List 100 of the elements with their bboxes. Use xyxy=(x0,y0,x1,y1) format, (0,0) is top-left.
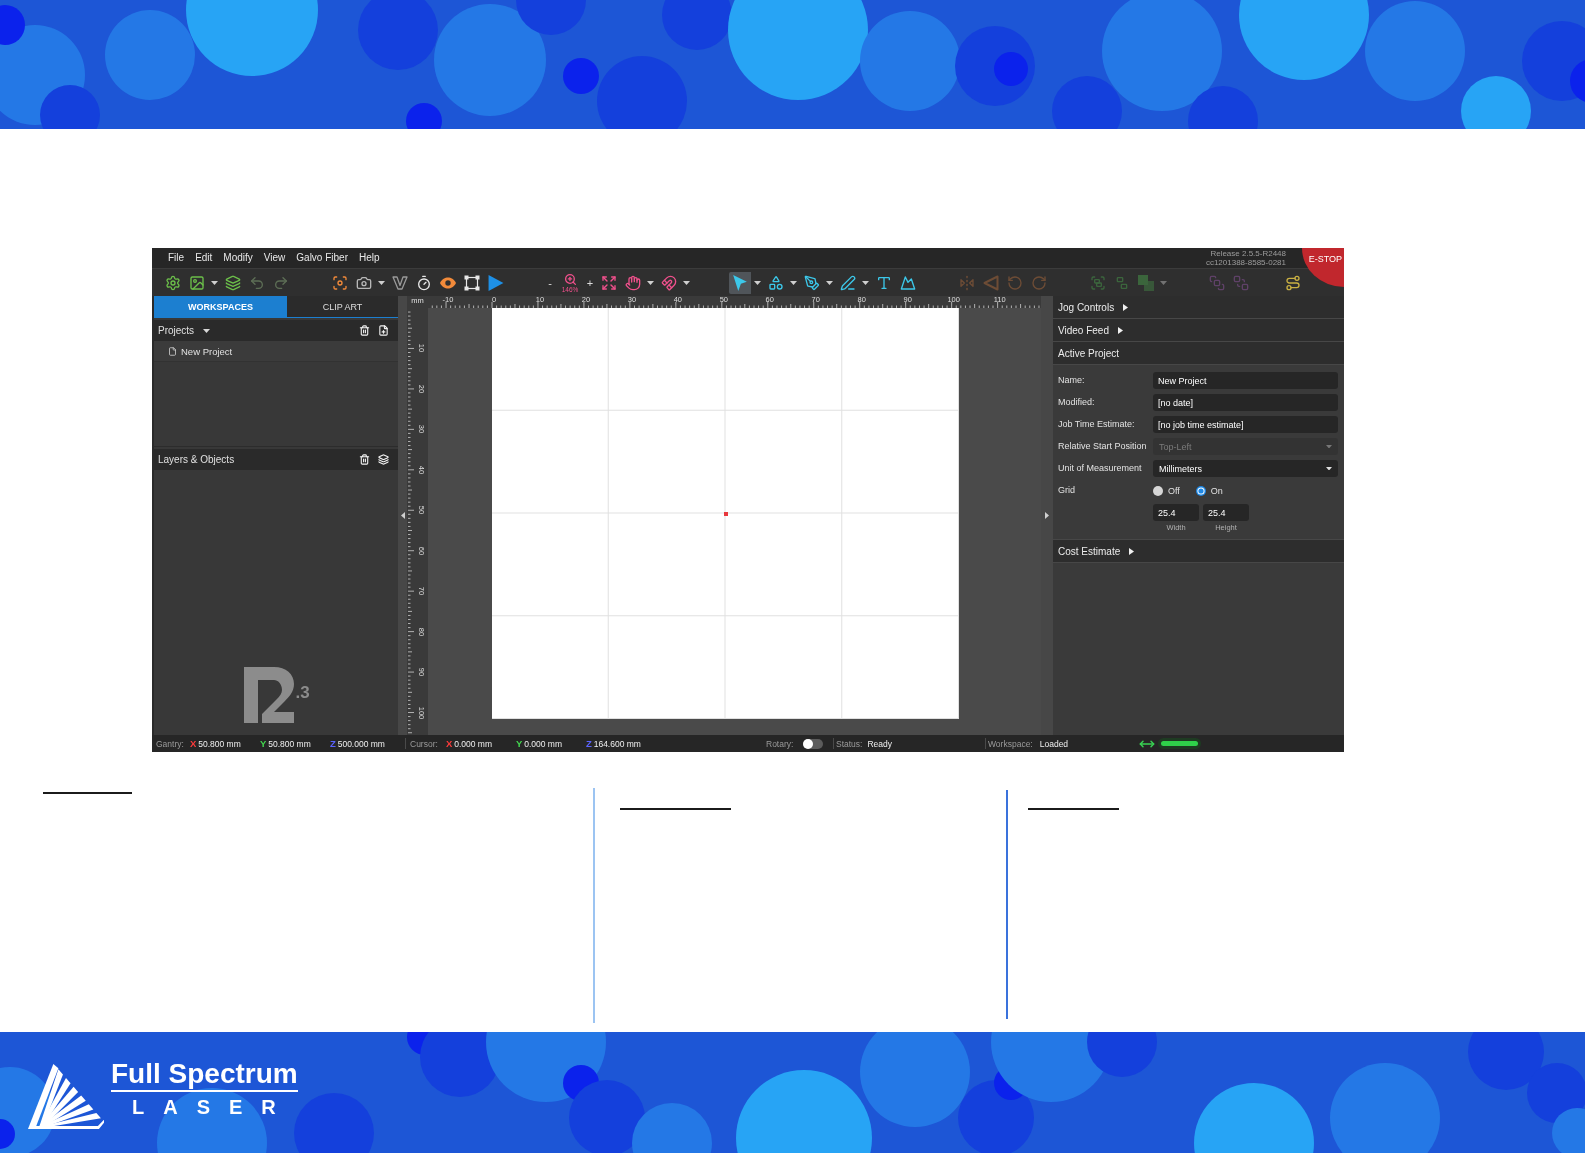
field-label: Modified: xyxy=(1058,396,1096,409)
collapse-handle[interactable] xyxy=(1041,296,1053,735)
coordinate-value: 0.000 mm xyxy=(524,738,562,749)
axis-label: Y xyxy=(515,738,523,749)
field-label: Name: xyxy=(1058,374,1086,387)
layers-icon[interactable] xyxy=(378,454,389,465)
caret-down-icon xyxy=(211,280,218,285)
rotate-right-icon xyxy=(1031,274,1047,291)
text-field[interactable]: New Project xyxy=(1153,372,1338,389)
tool-button[interactable] xyxy=(729,271,763,294)
coordinate-value: 50.800 mm xyxy=(268,738,311,749)
menu-item[interactable]: Help xyxy=(359,252,380,264)
coordinate-value: 500.000 mm xyxy=(337,738,385,749)
caret-left-icon xyxy=(400,512,405,519)
logo-icon xyxy=(28,1064,105,1129)
section-header[interactable]: Active Project xyxy=(1053,342,1344,365)
status-label: Cursor: xyxy=(410,738,438,749)
field-label: Job Time Estimate: xyxy=(1058,418,1136,431)
rotary-toggle[interactable] xyxy=(803,738,824,749)
eye-icon xyxy=(440,276,456,289)
send-to-back-icon xyxy=(1233,274,1249,291)
brand-name: Full Spectrum xyxy=(111,1058,298,1092)
section-header[interactable]: Video Feed xyxy=(1053,319,1344,342)
text-field[interactable]: [no job time estimate] xyxy=(1153,416,1338,433)
axis-label: Y xyxy=(259,738,267,749)
radio-option[interactable]: On xyxy=(1195,485,1223,496)
caret-down-icon[interactable] xyxy=(203,328,211,333)
play-icon xyxy=(488,274,504,291)
zoom-out-button[interactable]: - xyxy=(544,271,556,294)
text-field[interactable]: [no date] xyxy=(1153,394,1338,411)
caret-down-icon xyxy=(1160,280,1167,285)
status-label: Gantry: xyxy=(156,738,184,749)
build-id-text: cc1201388-8585-0281 xyxy=(1205,258,1286,267)
image-icon xyxy=(189,274,205,291)
section-header[interactable]: Cost Estimate xyxy=(1053,540,1344,563)
field-label: Unit of Measurement xyxy=(1058,462,1143,475)
pointer-icon xyxy=(732,274,748,291)
frame-icon xyxy=(464,274,480,291)
logo-version-text: .3 xyxy=(295,684,310,701)
release-version-text: Release 2.5.5-R2448 xyxy=(1210,249,1286,258)
dropdown-select[interactable]: Millimeters xyxy=(1153,460,1338,477)
caret-down-icon xyxy=(1326,444,1332,449)
axis-label: X xyxy=(189,738,197,749)
caret-down-icon xyxy=(826,280,833,285)
axis-label: Z xyxy=(329,738,336,749)
status-label: Status: xyxy=(836,738,863,749)
menu-item[interactable]: Edit xyxy=(195,252,213,264)
number-field[interactable]: 25.4 xyxy=(1153,504,1199,521)
caret-right-icon xyxy=(1045,512,1049,519)
undo-icon xyxy=(249,274,265,291)
brand-tagline: LASER xyxy=(131,1095,296,1119)
bring-to-front-icon xyxy=(1209,274,1225,291)
center-marker-icon xyxy=(723,511,728,516)
panel-tab[interactable]: WORKSPACES xyxy=(154,296,287,317)
overlapping-squares-icon xyxy=(1138,274,1154,291)
new-file-icon[interactable] xyxy=(378,325,389,336)
menu-item[interactable]: Galvo Fiber xyxy=(296,252,348,264)
caret-down-icon xyxy=(790,280,797,285)
trash-icon[interactable] xyxy=(359,454,370,465)
file-icon xyxy=(168,346,177,356)
radio-option[interactable]: Off xyxy=(1153,485,1180,496)
shapes-icon xyxy=(768,274,784,291)
triangle-icon xyxy=(983,274,999,291)
coordinate-value: 0.000 mm xyxy=(454,738,492,749)
caret-right-icon xyxy=(1129,547,1135,555)
caret-down-icon xyxy=(862,280,869,285)
mountain-icon xyxy=(900,274,916,291)
section-header[interactable]: Jog Controls xyxy=(1053,296,1344,319)
expand-icon xyxy=(601,274,617,291)
caret-right-icon xyxy=(1123,303,1129,311)
stopwatch-icon xyxy=(416,274,432,291)
camera-icon xyxy=(356,274,372,291)
status-value: Ready xyxy=(867,738,893,749)
gear-icon xyxy=(165,274,181,291)
caret-down-icon xyxy=(647,280,654,285)
logo-drawing xyxy=(244,667,295,723)
menu-item[interactable]: Modify xyxy=(223,252,253,264)
magnet-icon xyxy=(661,274,677,291)
hand-icon xyxy=(625,274,641,291)
trash-icon[interactable] xyxy=(359,325,370,336)
status-value: Loaded xyxy=(1039,738,1069,749)
axis-label: X xyxy=(445,738,453,749)
caret-down-icon xyxy=(378,280,385,285)
ungroup-icon xyxy=(1114,274,1130,291)
field-label: Grid xyxy=(1058,484,1076,497)
panel-title: Projects xyxy=(158,325,195,336)
text-tool-icon xyxy=(876,274,892,291)
redo-icon xyxy=(273,274,289,291)
caret-down-icon xyxy=(683,280,690,285)
pencil-icon xyxy=(840,274,856,291)
menu-item[interactable]: View xyxy=(263,252,286,264)
collapse-handle[interactable] xyxy=(398,296,407,735)
coordinate-value: 50.800 mm xyxy=(198,738,241,749)
zoom-in-button[interactable]: + xyxy=(584,271,596,294)
v-shape-icon xyxy=(392,274,408,291)
menu-item[interactable]: File xyxy=(168,252,185,264)
group-icon xyxy=(1090,274,1106,291)
focus-icon xyxy=(332,274,348,291)
number-field[interactable]: 25.4 xyxy=(1203,504,1249,521)
status-label: Workspace: xyxy=(988,738,1033,749)
